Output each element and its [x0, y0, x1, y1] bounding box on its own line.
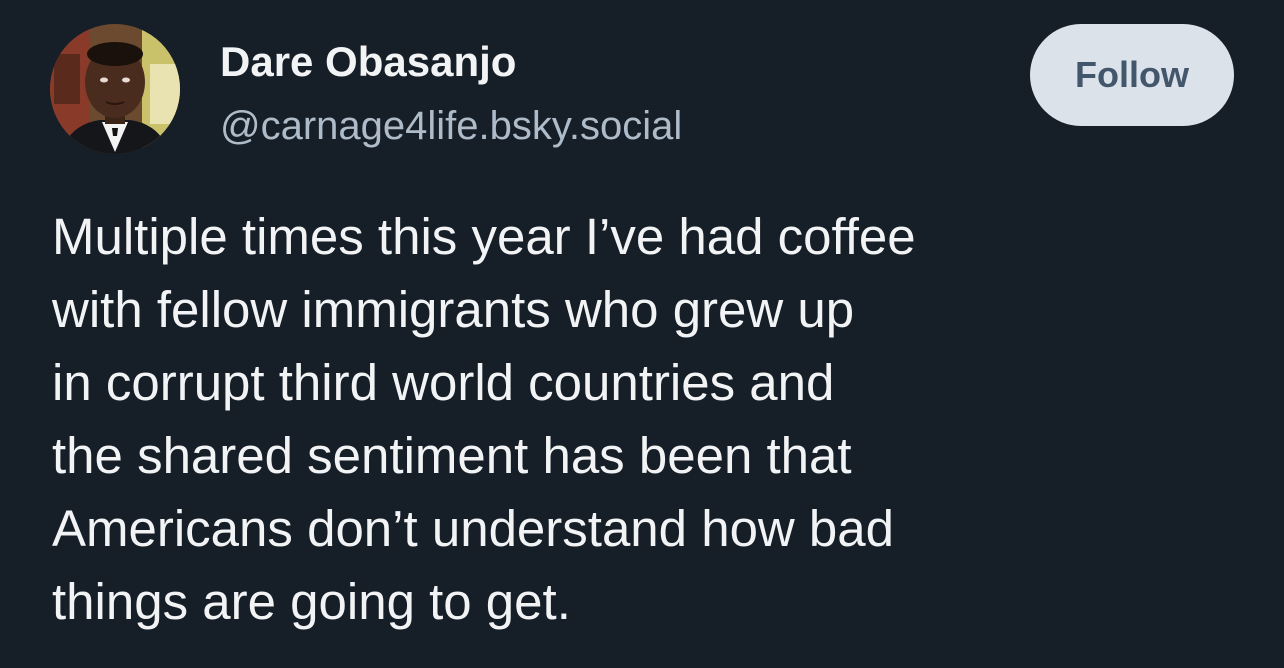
avatar-photo [50, 24, 180, 154]
post-text-line: Multiple times this year I’ve had coffee [52, 208, 916, 265]
post-text-line: the shared sentiment has been that [52, 427, 852, 484]
post-text-line: Americans don’t understand how bad [52, 500, 895, 557]
post-text-line: in corrupt third world countries and [52, 354, 835, 411]
post-card: Dare Obasanjo @carnage4life.bsky.social … [0, 0, 1284, 668]
author-handle[interactable]: @carnage4life.bsky.social [220, 100, 682, 152]
author-display-name[interactable]: Dare Obasanjo [220, 36, 516, 88]
author-avatar[interactable] [50, 24, 180, 154]
post-text: Multiple times this year I’ve had coffee… [52, 200, 1232, 638]
post-text-line: things are going to get. [52, 573, 571, 630]
follow-button[interactable]: Follow [1030, 24, 1234, 126]
post-text-line: with fellow immigrants who grew up [52, 281, 855, 338]
